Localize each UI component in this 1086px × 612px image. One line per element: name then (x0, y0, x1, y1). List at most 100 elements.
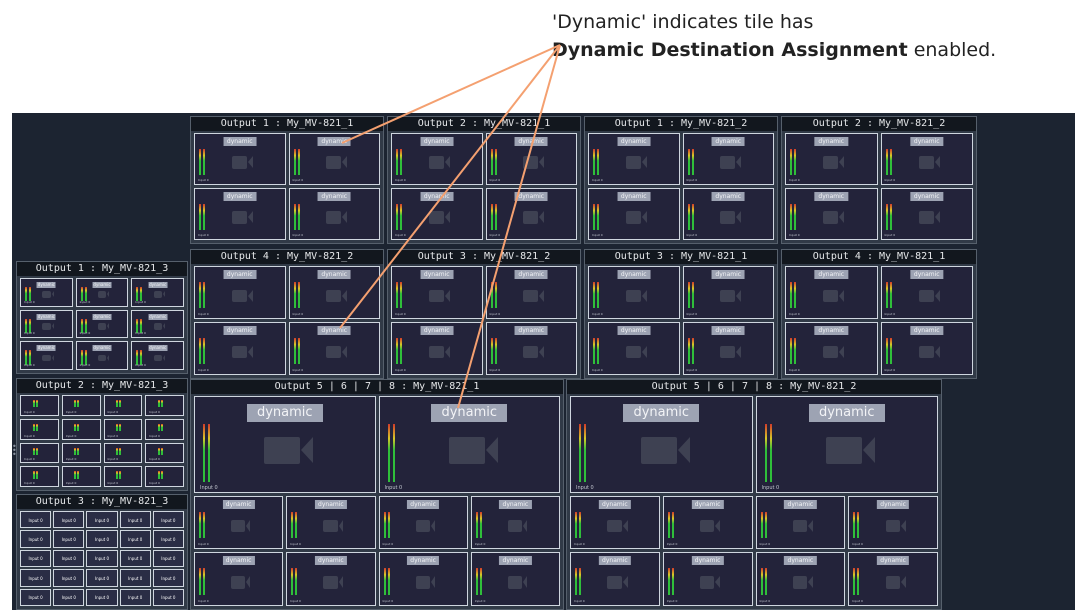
monitor-tile[interactable]: dynamic Input 0 (288, 133, 380, 185)
monitor-tile[interactable]: Input 0 (103, 466, 143, 487)
monitor-tile[interactable]: Input 0 (145, 466, 184, 487)
output-group[interactable]: Output 3 : My_MV-821_1 dynamic Input 0 dyna… (584, 249, 778, 379)
monitor-tile[interactable]: dynamic Input 0 (75, 278, 129, 307)
monitor-tile[interactable]: Input 0 (20, 588, 52, 606)
monitor-tile[interactable]: Input 0 (20, 442, 59, 464)
monitor-tile[interactable]: Input 0 (20, 395, 59, 416)
monitor-tile[interactable]: dynamic Input 0 (194, 396, 376, 493)
monitor-tile[interactable]: dynamic Input 0 (288, 322, 380, 375)
monitor-tile[interactable]: dynamic Input 0 (588, 322, 680, 375)
monitor-tile[interactable]: dynamic Input 0 (20, 341, 73, 370)
monitor-tile[interactable]: Input 0 (119, 511, 151, 529)
monitor-tile[interactable]: dynamic Input 0 (682, 322, 774, 375)
monitor-tile[interactable]: dynamic Input 0 (755, 396, 938, 493)
monitor-tile[interactable]: dynamic Input 0 (75, 341, 129, 370)
output-group[interactable]: Output 4 : My_MV-821_1 dynamic Input 0 dyna… (781, 249, 977, 379)
monitor-tile[interactable]: dynamic Input 0 (485, 188, 577, 240)
monitor-tile[interactable]: Input 0 (103, 395, 143, 416)
monitor-tile[interactable]: dynamic Input 0 (470, 552, 560, 606)
monitor-tile[interactable]: dynamic Input 0 (131, 309, 184, 339)
monitor-tile[interactable]: dynamic Input 0 (785, 322, 878, 375)
monitor-tile[interactable]: Input 0 (119, 549, 151, 568)
monitor-tile[interactable]: Input 0 (86, 569, 118, 587)
monitor-tile[interactable]: Input 0 (119, 588, 151, 606)
monitor-tile[interactable]: dynamic Input 0 (378, 495, 468, 550)
monitor-tile[interactable]: dynamic Input 0 (848, 495, 938, 550)
monitor-tile[interactable]: dynamic Input 0 (755, 495, 846, 550)
monitor-tile[interactable]: Input 0 (119, 569, 151, 587)
output-group[interactable]: Output 2 : My_MV-821_1 dynamic Input 0 dyna… (387, 116, 581, 244)
monitor-tile[interactable]: dynamic Input 0 (588, 188, 680, 240)
output-group[interactable]: Output 3 : My_MV-821_2 dynamic Input 0 dyna… (387, 249, 581, 379)
monitor-tile[interactable]: dynamic Input 0 (588, 133, 680, 185)
monitor-tile[interactable]: dynamic Input 0 (485, 322, 577, 375)
monitor-tile[interactable]: dynamic Input 0 (785, 266, 878, 319)
monitor-tile[interactable]: Input 0 (53, 588, 85, 606)
monitor-tile[interactable]: dynamic Input 0 (880, 322, 973, 375)
monitor-tile[interactable]: dynamic Input 0 (378, 552, 468, 606)
monitor-tile[interactable]: dynamic Input 0 (391, 188, 483, 240)
monitor-tile[interactable]: dynamic Input 0 (194, 322, 286, 375)
monitor-tile[interactable]: dynamic Input 0 (682, 133, 774, 185)
monitor-tile[interactable]: dynamic Input 0 (485, 266, 577, 319)
monitor-tile[interactable]: dynamic Input 0 (391, 322, 483, 375)
monitor-tile[interactable]: Input 0 (53, 511, 85, 529)
monitor-tile[interactable]: dynamic Input 0 (288, 266, 380, 319)
monitor-tile[interactable]: dynamic Input 0 (391, 266, 483, 319)
monitor-tile[interactable]: Input 0 (53, 569, 85, 587)
monitor-tile[interactable]: Input 0 (61, 418, 101, 440)
monitor-tile[interactable]: dynamic Input 0 (880, 266, 973, 319)
monitor-tile[interactable]: dynamic Input 0 (288, 188, 380, 240)
monitor-tile[interactable]: Input 0 (61, 466, 101, 487)
output-group[interactable]: Output 4 : My_MV-821_2 dynamic Input 0 dyna… (190, 249, 384, 379)
monitor-tile[interactable]: dynamic Input 0 (131, 341, 184, 370)
monitor-tile[interactable]: Input 0 (61, 395, 101, 416)
monitor-tile[interactable]: Input 0 (152, 511, 184, 529)
monitor-tile[interactable]: dynamic Input 0 (194, 188, 286, 240)
monitor-tile[interactable]: Input 0 (145, 395, 184, 416)
output-group[interactable]: Output 1 : My_MV-821_2 dynamic Input 0 dyna… (584, 116, 778, 244)
monitor-tile[interactable]: dynamic Input 0 (194, 133, 286, 185)
monitor-tile[interactable]: Input 0 (20, 549, 52, 568)
monitor-tile[interactable]: Input 0 (145, 418, 184, 440)
monitor-tile[interactable]: Input 0 (152, 588, 184, 606)
drag-handle[interactable]: • • • (12, 443, 17, 475)
monitor-tile[interactable]: dynamic Input 0 (570, 396, 753, 493)
monitor-tile[interactable]: dynamic Input 0 (848, 552, 938, 606)
monitor-tile[interactable]: Input 0 (152, 549, 184, 568)
monitor-tile[interactable]: Input 0 (20, 418, 59, 440)
monitor-tile[interactable]: dynamic Input 0 (194, 495, 284, 550)
monitor-tile[interactable]: dynamic Input 0 (755, 552, 846, 606)
monitor-tile[interactable]: Input 0 (119, 530, 151, 548)
output-group[interactable]: Output 2 : My_MV-821_2 dynamic Input 0 dyna… (781, 116, 977, 244)
monitor-tile[interactable]: dynamic Input 0 (75, 309, 129, 339)
monitor-tile[interactable]: Input 0 (20, 466, 59, 487)
monitor-tile[interactable]: dynamic Input 0 (286, 552, 376, 606)
monitor-tile[interactable]: Input 0 (86, 588, 118, 606)
monitor-tile[interactable]: Input 0 (53, 530, 85, 548)
monitor-tile[interactable]: Input 0 (53, 549, 85, 568)
monitor-tile[interactable]: dynamic Input 0 (880, 188, 973, 240)
monitor-tile[interactable]: dynamic Input 0 (20, 278, 73, 307)
monitor-tile[interactable]: dynamic Input 0 (682, 188, 774, 240)
monitor-tile[interactable]: dynamic Input 0 (880, 133, 973, 185)
monitor-tile[interactable]: Input 0 (20, 569, 52, 587)
monitor-tile[interactable]: dynamic Input 0 (588, 266, 680, 319)
monitor-tile[interactable]: Input 0 (61, 442, 101, 464)
monitor-tile[interactable]: dynamic Input 0 (785, 188, 878, 240)
monitor-tile[interactable]: dynamic Input 0 (470, 495, 560, 550)
monitor-tile[interactable]: Input 0 (86, 511, 118, 529)
monitor-tile[interactable]: Input 0 (20, 530, 52, 548)
output-group[interactable]: Output 1 : My_MV-821_3 dynamic Input 0 dyna… (16, 261, 188, 374)
monitor-tile[interactable]: dynamic Input 0 (391, 133, 483, 185)
monitor-tile[interactable]: Input 0 (86, 530, 118, 548)
monitor-tile[interactable]: dynamic Input 0 (485, 133, 577, 185)
monitor-tile[interactable]: dynamic Input 0 (570, 495, 660, 550)
monitor-tile[interactable]: dynamic Input 0 (20, 309, 73, 339)
monitor-tile[interactable]: dynamic Input 0 (194, 266, 286, 319)
monitor-tile[interactable]: dynamic Input 0 (662, 552, 753, 606)
monitor-tile[interactable]: dynamic Input 0 (286, 495, 376, 550)
output-group[interactable]: Output 5 | 6 | 7 | 8 : My_MV-821_2 dynami… (566, 379, 942, 610)
monitor-tile[interactable]: dynamic Input 0 (131, 278, 184, 307)
output-group[interactable]: Output 5 | 6 | 7 | 8 : My_MV-821_1 dynami… (190, 379, 564, 610)
